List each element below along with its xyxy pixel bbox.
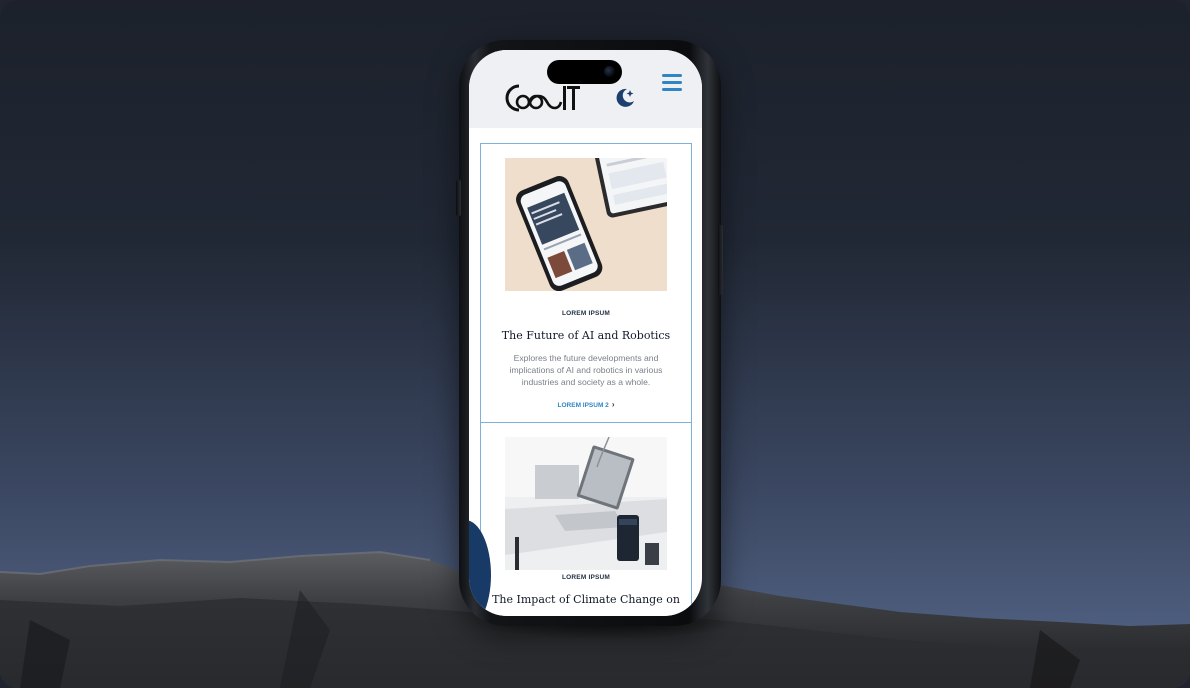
scene-background: LOREM IPSUM The Future of AI and Robotic… bbox=[0, 0, 1190, 688]
article-title[interactable]: The Future of AI and Robotics bbox=[481, 329, 691, 342]
phone-volume-button bbox=[456, 180, 461, 216]
chevron-right-icon: › bbox=[611, 400, 615, 409]
article-description: Explores the future developments and imp… bbox=[509, 353, 663, 387]
article-card[interactable]: LOREM IPSUM The Future of AI and Robotic… bbox=[480, 143, 692, 423]
logo[interactable] bbox=[503, 80, 581, 116]
article-image bbox=[505, 437, 667, 570]
read-more-label: LOREM IPSUM 2 bbox=[557, 402, 609, 409]
article-card[interactable]: LOREM IPSUM The Impact of Climate Change… bbox=[480, 422, 692, 616]
article-category: LOREM IPSUM bbox=[561, 574, 611, 581]
dynamic-island bbox=[547, 60, 622, 84]
phone-side-button bbox=[718, 225, 723, 295]
phone-screen: LOREM IPSUM The Future of AI and Robotic… bbox=[469, 50, 702, 616]
article-title[interactable]: The Impact of Climate Change on bbox=[481, 593, 691, 606]
hamburger-menu-icon[interactable] bbox=[662, 74, 684, 94]
camera-icon bbox=[604, 66, 615, 77]
moon-star-icon[interactable] bbox=[613, 86, 637, 110]
read-more-link[interactable]: LOREM IPSUM 2 › bbox=[481, 400, 691, 409]
article-image bbox=[505, 158, 667, 291]
phone-mockup: LOREM IPSUM The Future of AI and Robotic… bbox=[456, 40, 723, 626]
article-category: LOREM IPSUM bbox=[561, 310, 611, 317]
